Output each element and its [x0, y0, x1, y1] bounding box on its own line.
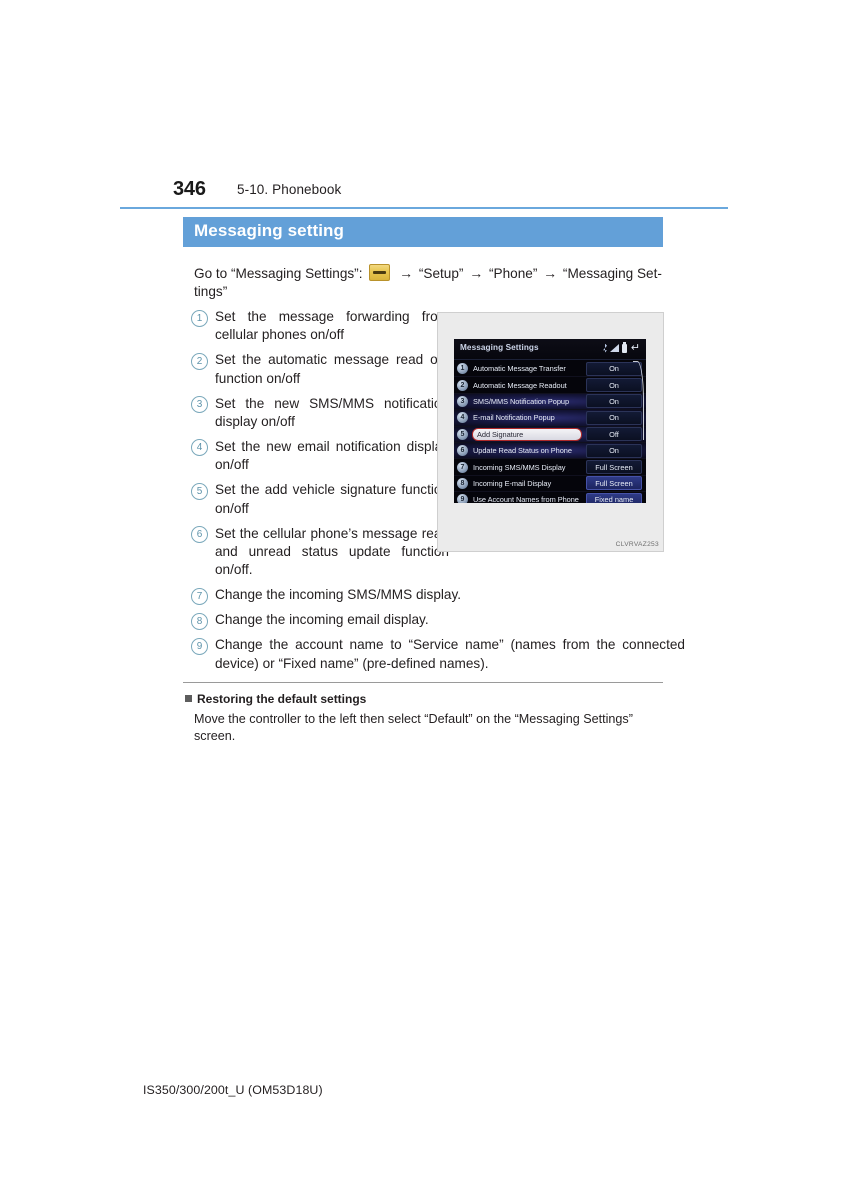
row-label: Automatic Message Transfer [473, 364, 566, 374]
path-step-messaging-settings-tail: tings” [194, 284, 228, 299]
battery-icon [622, 342, 627, 353]
menu-button-icon [369, 264, 391, 281]
callout-item: 7 Change the incoming SMS/MMS display. [191, 586, 685, 605]
callout-item: 6 Set the cellular phone’s message read a… [191, 525, 449, 580]
path-step-phone: “Phone” [488, 266, 538, 281]
callout-text: Change the incoming SMS/MMS display. [215, 587, 462, 603]
note-divider [183, 682, 663, 683]
settings-row[interactable]: 8 Incoming E-mail Display Full Screen [454, 476, 646, 493]
settings-row[interactable]: 7 Incoming SMS/MMS Display Full Screen [454, 459, 646, 476]
callout-text: Set the cellular phone’s message read an… [215, 525, 449, 578]
row-label: Automatic Message Readout [473, 380, 567, 390]
row-number-badge: 6 [457, 445, 468, 457]
row-label: Incoming E-mail Display [473, 478, 552, 488]
status-icon-group: ↵ [603, 342, 641, 354]
page-header: 346 5-10. Phonebook [0, 178, 848, 210]
path-arrow-1: → [399, 265, 414, 281]
section-heading-bar: Messaging setting [183, 217, 663, 247]
page-title: Messaging setting [194, 221, 345, 240]
back-arrow-icon[interactable]: ↵ [630, 343, 641, 354]
note-heading: Restoring the default settings [185, 692, 366, 706]
callout-text: Set the new SMS/MMS notification display… [215, 395, 449, 430]
settings-row[interactable]: 5 Add Signature Off [454, 426, 646, 443]
screen-title: Messaging Settings [460, 343, 539, 352]
page-number: 346 [173, 178, 206, 200]
bullet-square-icon [185, 695, 192, 702]
path-arrow-2: → [469, 265, 484, 281]
row-value-button[interactable]: Fixed name [586, 492, 642, 503]
row-label: SMS/MMS Notification Popup [473, 396, 570, 406]
callout-number-badge: 6 [191, 526, 208, 544]
callout-item: 3 Set the new SMS/MMS notification displa… [191, 395, 449, 432]
callout-item: 5 Set the add vehicle signature function … [191, 481, 449, 518]
path-arrow-3: → [543, 265, 558, 281]
breadcrumb: 5-10. Phonebook [237, 182, 342, 197]
row-value-button[interactable]: Full Screen [586, 476, 642, 491]
footer-model-code: IS350/300/200t_U (OM53D18U) [143, 1083, 323, 1097]
settings-row[interactable]: 9 Use Account Names from Phone Fixed name [454, 492, 646, 503]
callout-text: Set the add vehicle signature function o… [215, 482, 449, 516]
row-label: E-mail Notification Popup [473, 413, 555, 423]
row-number-badge: 7 [457, 461, 468, 473]
callout-number-badge: 2 [191, 352, 208, 370]
signal-icon [610, 344, 619, 352]
row-number-badge: 1 [457, 363, 468, 375]
settings-row-list: 1 Automatic Message Transfer On 2 Automatic … [454, 360, 646, 503]
callout-item: 8 Change the incoming email display. [191, 611, 685, 630]
path-step-messaging-settings: “Messaging Set- [562, 266, 662, 281]
path-step-setup: “Setup” [418, 266, 464, 281]
row-value-button[interactable]: Full Screen [586, 460, 642, 475]
settings-row[interactable]: 3 SMS/MMS Notification Popup On [454, 393, 646, 411]
settings-row[interactable]: 2 Automatic Message Readout On [454, 377, 646, 394]
callout-number-badge: 9 [191, 637, 208, 655]
intro-lead: Go to “Messaging Settings”: [194, 266, 363, 281]
callout-number-badge: 5 [191, 482, 208, 500]
callout-text: Change the incoming email display. [215, 612, 429, 628]
row-number-badge: 9 [457, 494, 468, 503]
device-screen: Messaging Settings ↵ 1 Automatic Message … [454, 339, 646, 503]
bluetooth-icon [603, 343, 607, 353]
screen-titlebar: Messaging Settings ↵ [454, 339, 646, 360]
callout-item: 9 Change the account name to “Service nam… [191, 636, 685, 673]
settings-row[interactable]: 6 Update Read Status on Phone On [454, 442, 646, 460]
callout-item: 2 Set the automatic message read out func… [191, 351, 449, 388]
callout-item: 4 Set the new email notification display … [191, 438, 449, 475]
callout-text: Set the message forwarding from cellular… [215, 309, 449, 343]
note-heading-label: Restoring the default settings [197, 692, 367, 706]
row-label: Add Signature [472, 427, 582, 441]
callout-text: Set the new email notification display o… [215, 438, 449, 473]
callout-number-badge: 4 [191, 439, 208, 457]
row-value-button[interactable]: On [586, 443, 642, 458]
note-body: Move the controller to the left then sel… [194, 712, 633, 743]
row-label: Incoming SMS/MMS Display [473, 462, 566, 472]
callout-number-badge: 3 [191, 396, 208, 414]
row-number-badge: 3 [457, 395, 468, 407]
row-label: Use Account Names from Phone [473, 495, 579, 503]
navigation-path: Go to “Messaging Settings”: → “Setup” → … [194, 264, 664, 301]
row-number-badge: 8 [457, 477, 468, 489]
callout-number-badge: 7 [191, 587, 208, 605]
callout-number-badge: 8 [191, 612, 208, 630]
callout-number-badge: 1 [191, 309, 208, 327]
settings-row[interactable]: 4 E-mail Notification Popup On [454, 410, 646, 427]
row-number-badge: 4 [457, 412, 468, 424]
figure-caption: CLVRVAZ253 [615, 541, 659, 548]
header-rule [120, 207, 728, 209]
row-number-badge: 5 [457, 428, 468, 440]
figure-device-screenshot: Messaging Settings ↵ 1 Automatic Message … [437, 312, 664, 552]
callout-text: Change the account name to “Service name… [215, 637, 685, 671]
row-number-badge: 2 [457, 379, 468, 391]
row-label: Update Read Status on Phone [473, 446, 572, 456]
settings-row[interactable]: 1 Automatic Message Transfer On [454, 361, 646, 378]
callout-item: 1 Set the message forwarding from cellula… [191, 308, 449, 345]
callout-text: Set the automatic message read out funct… [215, 352, 449, 386]
